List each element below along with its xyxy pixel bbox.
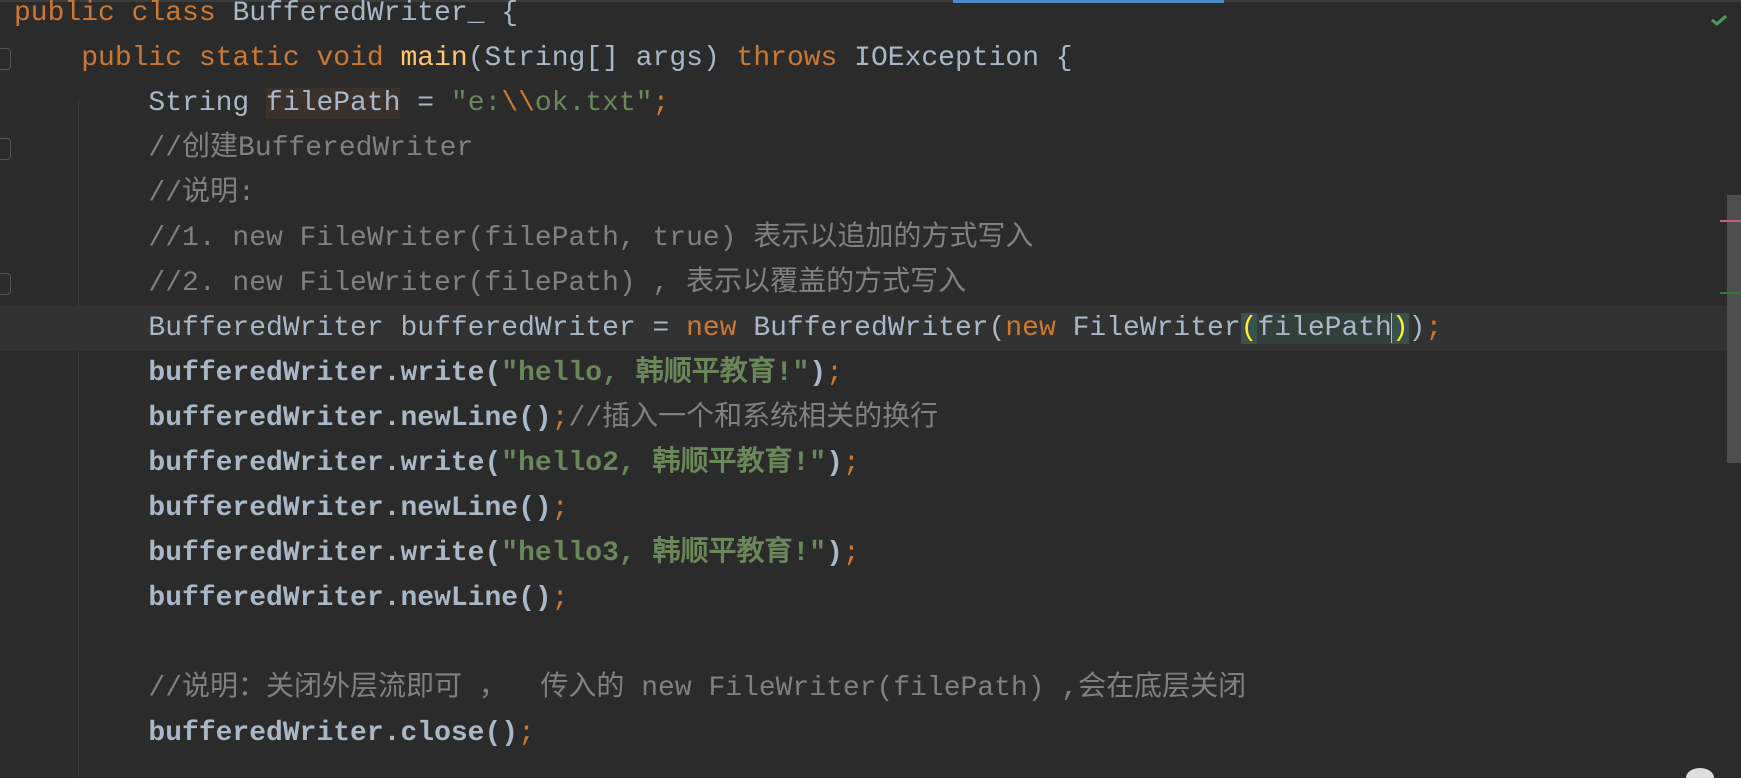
code-line[interactable]: //说明: (14, 171, 1741, 216)
code-line[interactable]: public class BufferedWriter_ { (14, 0, 1741, 36)
change-stripe-marker[interactable] (1720, 292, 1741, 294)
code-token: String (14, 88, 267, 119)
code-line[interactable]: bufferedWriter.write("hello2, 韩顺平教育!"); (14, 441, 1741, 486)
code-token: ; (551, 493, 569, 524)
code-token: ; (842, 448, 860, 479)
code-line-current[interactable]: BufferedWriter bufferedWriter = new Buff… (0, 306, 1741, 351)
code-token: bufferedWriter.write( (14, 448, 502, 479)
code-token: main (400, 43, 468, 74)
code-token: ; (551, 583, 569, 614)
fold-marker-icon[interactable] (0, 273, 11, 295)
bug-icon (1686, 768, 1714, 778)
code-line[interactable]: bufferedWriter.write("hello, 韩顺平教育!"); (14, 351, 1741, 396)
code-token: ; (551, 403, 569, 434)
code-token: bufferedWriter.newLine() (14, 403, 552, 434)
code-token: public class (14, 0, 233, 29)
code-token: IOException { (854, 43, 1073, 74)
code-token: BufferedWriter bufferedWriter = (14, 313, 687, 344)
code-token: = (400, 88, 451, 119)
code-line[interactable] (14, 621, 1741, 666)
code-token: ( (1240, 313, 1258, 344)
code-line[interactable]: bufferedWriter.close(); (14, 711, 1741, 756)
fold-marker-icon[interactable] (0, 48, 11, 70)
inspection-ok-check-icon[interactable] (1710, 13, 1728, 27)
code-token: //1. new FileWriter(filePath, true) 表示以追… (14, 223, 1034, 254)
code-token: "e: (450, 88, 502, 119)
error-stripe-marker[interactable] (1720, 220, 1741, 222)
code-line[interactable]: //说明：关闭外层流即可 ， 传入的 new FileWriter(filePa… (14, 666, 1741, 711)
code-editor[interactable]: public class BufferedWriter_ { public st… (0, 0, 1741, 756)
code-token: \\ (501, 88, 535, 119)
code-token: ok.txt" (534, 88, 653, 119)
code-line[interactable]: bufferedWriter.newLine();//插入一个和系统相关的换行 (14, 396, 1741, 441)
code-token: ) (809, 358, 827, 389)
code-line[interactable]: String filePath = "e:\\ok.txt"; (14, 81, 1741, 126)
code-token: bufferedWriter.write( (14, 538, 502, 569)
code-line[interactable]: bufferedWriter.newLine(); (14, 486, 1741, 531)
code-line[interactable]: //1. new FileWriter(filePath, true) 表示以追… (14, 216, 1741, 261)
code-token: //说明: (14, 178, 255, 209)
code-token: BufferedWriter_ { (232, 0, 519, 29)
code-token: ; (652, 88, 670, 119)
code-token: ; (842, 538, 860, 569)
code-line[interactable]: //创建BufferedWriter (14, 126, 1741, 171)
code-token: new (1005, 313, 1073, 344)
code-token: ) (826, 448, 843, 479)
code-token: bufferedWriter.write( (14, 358, 502, 389)
code-token: ; (518, 718, 535, 749)
code-token: ) (826, 538, 843, 569)
code-token: BufferedWriter( (753, 313, 1006, 344)
code-token: "hello3, 韩顺平教育!" (501, 538, 827, 569)
code-line[interactable]: bufferedWriter.write("hello3, 韩顺平教育!"); (14, 531, 1741, 576)
code-token: filePath (266, 88, 401, 119)
code-token: //2. new FileWriter(filePath) , 表示以覆盖的方式… (14, 268, 967, 299)
code-token: (String[] args) (467, 43, 737, 74)
code-token: bufferedWriter.newLine() (14, 493, 552, 524)
code-token: "hello2, 韩顺平教育!" (501, 448, 827, 479)
code-token: "hello, 韩顺平教育!" (501, 358, 810, 389)
code-token: new (686, 313, 754, 344)
code-token: //说明：关闭外层流即可 ， 传入的 new FileWriter(filePa… (14, 673, 1247, 704)
code-line[interactable]: public static void main(String[] args) t… (14, 36, 1741, 81)
code-token: FileWriter (1072, 313, 1241, 344)
code-token: ; (1425, 313, 1443, 344)
code-token: //创建BufferedWriter (14, 133, 474, 164)
code-token: public static void (81, 43, 401, 74)
code-token: ; (826, 358, 843, 389)
vertical-scrollbar[interactable] (1727, 195, 1741, 463)
code-token: filePath (1257, 313, 1392, 344)
code-token: ) (1408, 313, 1426, 344)
code-token: bufferedWriter.newLine() (14, 583, 552, 614)
fold-marker-icon[interactable] (0, 138, 11, 160)
code-token: //插入一个和系统相关的换行 (568, 403, 939, 434)
code-line[interactable]: bufferedWriter.newLine(); (14, 576, 1741, 621)
code-line[interactable]: //2. new FileWriter(filePath) , 表示以覆盖的方式… (14, 261, 1741, 306)
code-token: ) (1391, 313, 1409, 344)
code-token: throws (736, 43, 855, 74)
code-token: bufferedWriter.close() (14, 718, 519, 749)
